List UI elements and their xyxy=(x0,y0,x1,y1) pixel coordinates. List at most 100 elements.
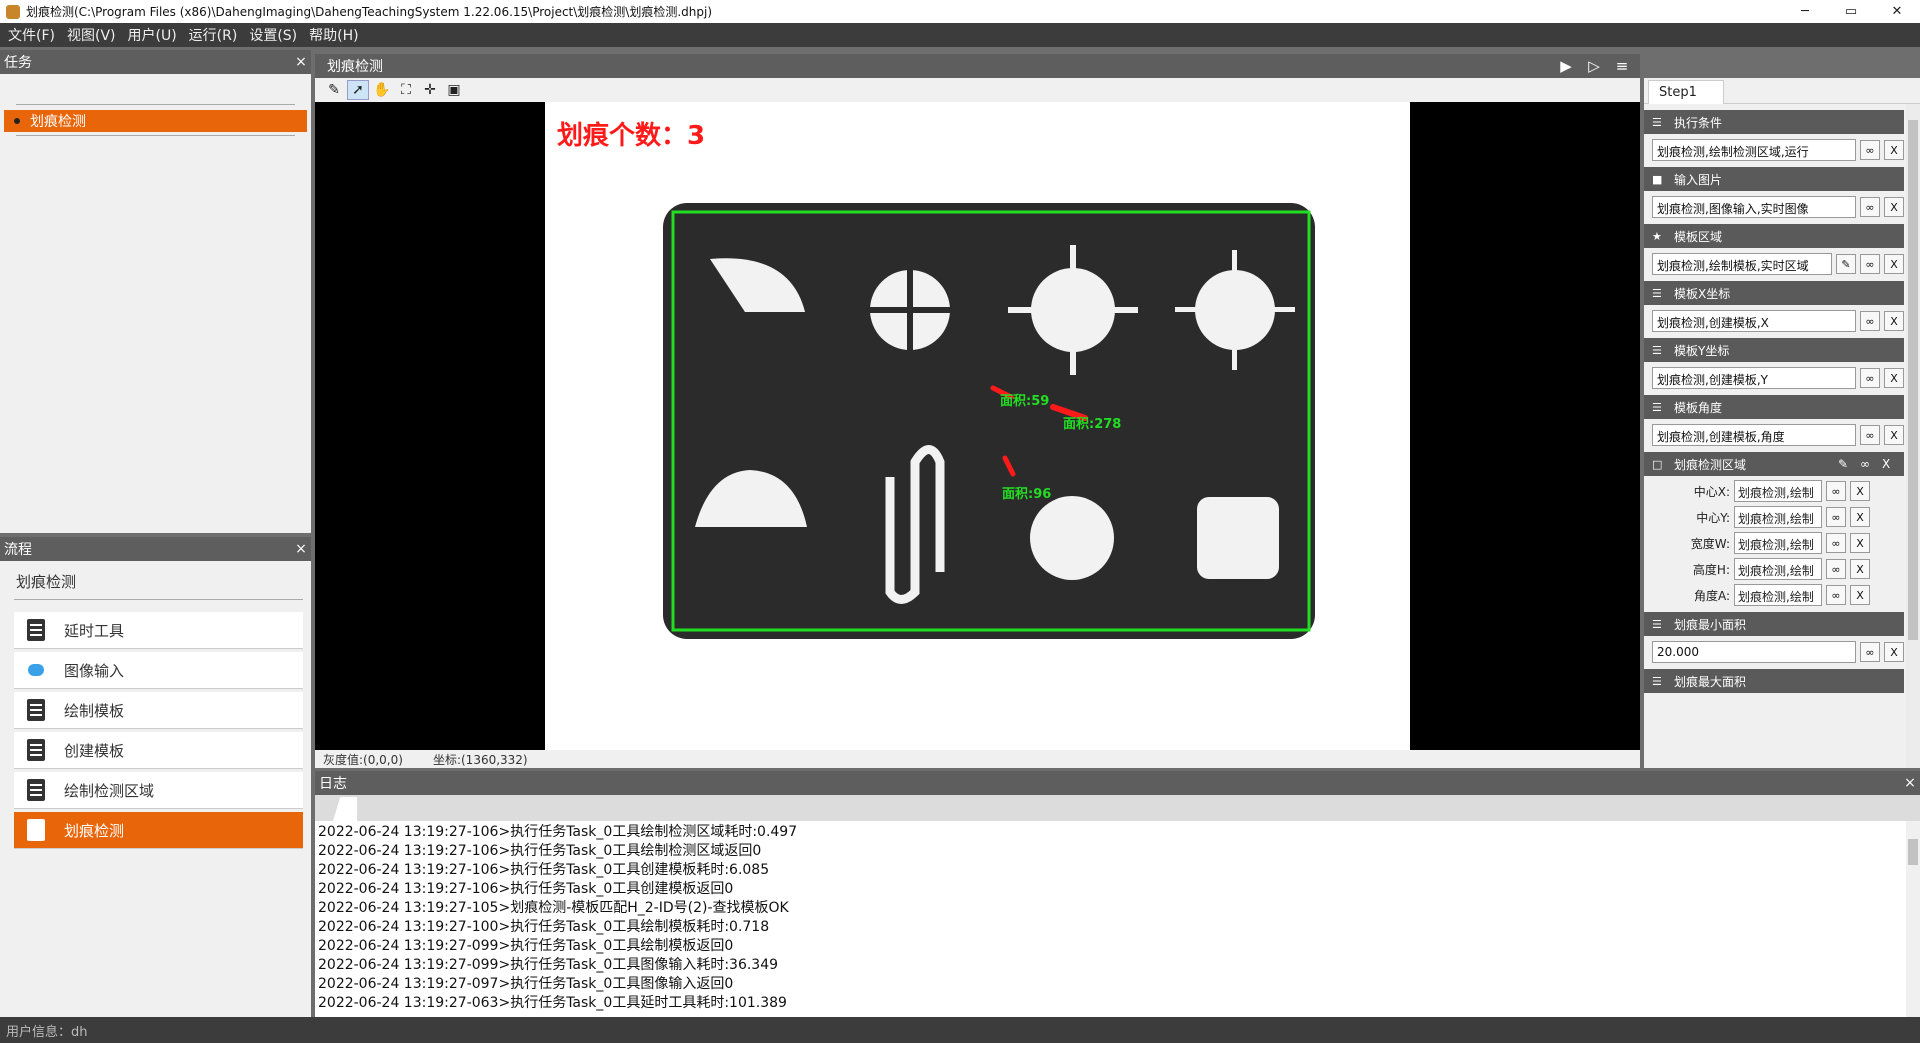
clear-icon[interactable]: X xyxy=(1882,457,1904,471)
section-max-area[interactable]: ☰ 划痕最大面积 xyxy=(1644,669,1904,693)
menu-icon[interactable]: ≡ xyxy=(1608,57,1636,75)
link-button[interactable]: ∞ xyxy=(1860,197,1880,217)
flow-item-label: 图像输入 xyxy=(64,661,125,680)
section-template-angle[interactable]: ☰ 模板角度 xyxy=(1644,395,1904,419)
run-icon[interactable]: ▶ xyxy=(1552,57,1580,75)
maximize-button[interactable]: ▭ xyxy=(1828,0,1874,23)
link-button[interactable]: ∞ xyxy=(1826,481,1846,501)
flow-item-create-template[interactable]: 创建模板 xyxy=(14,732,303,769)
clear-button[interactable]: X xyxy=(1850,559,1870,579)
height-label: 高度H: xyxy=(1692,562,1730,577)
link-button[interactable]: ∞ xyxy=(1860,368,1880,388)
pointer-icon[interactable]: ➚ xyxy=(347,80,369,100)
log-scrollbar[interactable] xyxy=(1906,821,1920,1017)
task-item-scratch[interactable]: 划痕检测 xyxy=(4,110,307,132)
clear-button[interactable]: X xyxy=(1884,140,1904,160)
flow-item-scratch-detect[interactable]: 划痕检测 xyxy=(14,812,303,849)
pen-icon[interactable]: ✎ xyxy=(1838,457,1860,471)
image-view-panel: 划痕检测 ▶ ▷ ≡ ✎ ➚ ✋ ⛶ ✛ ▣ 面积:59 面积:278 面积:9… xyxy=(315,54,1640,768)
image-canvas[interactable]: 面积:59 面积:278 面积:96 划痕个数：3 xyxy=(315,102,1640,750)
link-button[interactable]: ∞ xyxy=(1860,140,1880,160)
template-x-field[interactable]: 划痕检测,创建模板,X xyxy=(1652,310,1856,332)
section-template-region[interactable]: ★ 模板区域 xyxy=(1644,224,1904,248)
center-y-field[interactable]: 划痕检测,绘制 xyxy=(1734,506,1822,528)
section-scratch-region[interactable]: □ 划痕检测区域 ✎ ∞ X xyxy=(1644,452,1904,476)
template-angle-field[interactable]: 划痕检测,创建模板,角度 xyxy=(1652,424,1856,446)
clear-button[interactable]: X xyxy=(1884,311,1904,331)
log-line: 2022-06-24 13:19:27-063>执行任务Task_0工具延时工具… xyxy=(318,995,787,1011)
link-button[interactable]: ∞ xyxy=(1826,533,1846,553)
link-icon[interactable]: ∞ xyxy=(1860,457,1882,471)
section-min-area[interactable]: ☰ 划痕最小面积 xyxy=(1644,612,1904,636)
scrollbar-thumb[interactable] xyxy=(1908,120,1918,640)
menu-user[interactable]: 用户(U) xyxy=(128,25,177,45)
angle-field[interactable]: 划痕检测,绘制 xyxy=(1734,584,1822,606)
input-image-field[interactable]: 划痕检测,图像输入,实时图像 xyxy=(1652,196,1856,218)
exec-condition-select[interactable]: 划痕检测,绘制检测区域,运行 xyxy=(1652,139,1856,161)
section-template-y[interactable]: ☰ 模板Y坐标 xyxy=(1644,338,1904,362)
pen-icon[interactable]: ✎ xyxy=(1836,254,1856,274)
flow-item-draw-region[interactable]: 绘制检测区域 xyxy=(14,772,303,809)
prop-row: 划痕检测,创建模板,Y ∞ X xyxy=(1652,367,1904,389)
menu-icon: ☰ xyxy=(1652,343,1662,357)
clear-button[interactable]: X xyxy=(1884,197,1904,217)
link-button[interactable]: ∞ xyxy=(1826,559,1846,579)
flow-item-draw-template[interactable]: 绘制模板 xyxy=(14,692,303,729)
flow-item-image-input[interactable]: 图像输入 xyxy=(14,652,303,689)
scrollbar-thumb[interactable] xyxy=(1908,839,1918,865)
link-button[interactable]: ∞ xyxy=(1826,585,1846,605)
clear-button[interactable]: X xyxy=(1884,425,1904,445)
clear-button[interactable]: X xyxy=(1850,533,1870,553)
link-button[interactable]: ∞ xyxy=(1860,254,1880,274)
template-y-field[interactable]: 划痕检测,创建模板,Y xyxy=(1652,367,1856,389)
log-title: 日志 xyxy=(319,776,347,792)
pan-hand-icon[interactable]: ✋ xyxy=(371,80,393,100)
clear-button[interactable]: X xyxy=(1850,481,1870,501)
flow-panel-close-icon[interactable]: × xyxy=(291,541,311,557)
flow-panel-header: 流程 × xyxy=(0,537,311,561)
section-title: 模板Y坐标 xyxy=(1674,343,1730,358)
image-view-tab[interactable]: 划痕检测 xyxy=(315,54,1640,78)
width-field[interactable]: 划痕检测,绘制 xyxy=(1734,532,1822,554)
section-input-image[interactable]: ■ 输入图片 xyxy=(1644,167,1904,191)
template-region-field[interactable]: 划痕检测,绘制模板,实时区域 xyxy=(1652,253,1832,275)
section-title: 模板区域 xyxy=(1674,229,1723,244)
clear-button[interactable]: X xyxy=(1884,368,1904,388)
clear-button[interactable]: X xyxy=(1850,507,1870,527)
section-template-x[interactable]: ☰ 模板X坐标 xyxy=(1644,281,1904,305)
properties-scrollbar[interactable] xyxy=(1906,104,1920,768)
min-area-input[interactable]: 20.000 xyxy=(1652,641,1856,663)
crosshair-icon[interactable]: ✛ xyxy=(419,80,441,100)
run-once-icon[interactable]: ▷ xyxy=(1580,57,1608,75)
app-icon xyxy=(6,4,20,19)
tab-step1[interactable]: Step1 xyxy=(1648,80,1724,104)
close-button[interactable]: ✕ xyxy=(1874,0,1920,23)
flow-item-delay[interactable]: 延时工具 xyxy=(14,612,303,649)
clear-button[interactable]: X xyxy=(1850,585,1870,605)
edit-icon[interactable]: ✎ xyxy=(323,80,345,100)
menu-settings[interactable]: 设置(S) xyxy=(249,25,297,45)
menu-view[interactable]: 视图(V) xyxy=(67,25,116,45)
log-tab[interactable] xyxy=(333,797,357,821)
minimize-button[interactable]: ─ xyxy=(1782,0,1828,23)
height-field[interactable]: 划痕检测,绘制 xyxy=(1734,558,1822,580)
log-close-icon[interactable]: × xyxy=(1900,775,1920,791)
center-x-field[interactable]: 划痕检测,绘制 xyxy=(1734,480,1822,502)
menu-run[interactable]: 运行(R) xyxy=(189,25,238,45)
menu-file[interactable]: 文件(F) xyxy=(8,25,55,45)
menu-icon: ☰ xyxy=(1652,617,1662,631)
section-exec-condition[interactable]: ☰ 执行条件 xyxy=(1644,110,1904,134)
clear-button[interactable]: X xyxy=(1884,642,1904,662)
link-button[interactable]: ∞ xyxy=(1860,642,1880,662)
task-panel-close-icon[interactable]: × xyxy=(291,54,311,70)
menu-help[interactable]: 帮助(H) xyxy=(309,25,358,45)
fit-screen-icon[interactable]: ⛶ xyxy=(395,80,417,100)
square-icon: ■ xyxy=(1652,172,1663,186)
log-line: 2022-06-24 13:19:27-106>执行任务Task_0工具创建模板… xyxy=(318,881,734,897)
flow-panel-title: 流程 xyxy=(4,542,32,558)
link-button[interactable]: ∞ xyxy=(1826,507,1846,527)
link-button[interactable]: ∞ xyxy=(1860,425,1880,445)
save-icon[interactable]: ▣ xyxy=(443,80,465,100)
link-button[interactable]: ∞ xyxy=(1860,311,1880,331)
clear-button[interactable]: X xyxy=(1884,254,1904,274)
